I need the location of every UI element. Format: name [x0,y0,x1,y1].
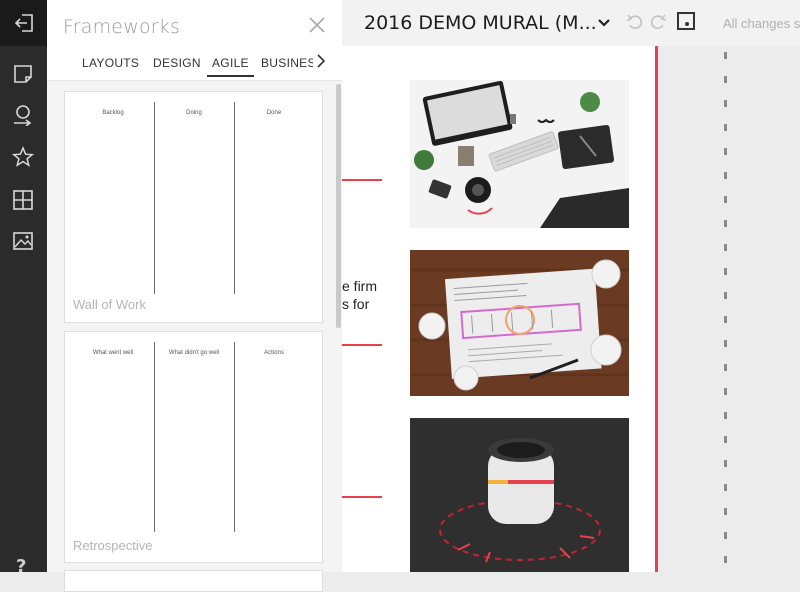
column-divider [234,342,235,532]
frameworks-panel: Frameworks LAYOUTS DESIGN AGILE BUSINESS… [47,0,342,592]
device-image [410,418,629,572]
tab-business[interactable]: BUSINESS [261,56,313,70]
framework-card-wall-of-work[interactable]: Backlog Doing Done Wall of Work [64,91,323,323]
photo-desk-setup[interactable] [410,80,629,228]
comment-button[interactable] [11,103,35,127]
desk-image [410,80,629,228]
column-label: Backlog [102,110,124,116]
star-icon [12,146,34,167]
panel-title: Frameworks [63,16,181,38]
frameworks-list[interactable]: Backlog Doing Done Wall of Work What wen… [47,81,342,592]
tab-design[interactable]: DESIGN [153,56,201,70]
framework-card-retrospective[interactable]: What went well What didn't go well Actio… [64,331,323,563]
redo-button[interactable] [649,14,667,35]
close-panel-button[interactable] [309,17,325,33]
connector-line [342,344,382,346]
tabs-next-button[interactable] [315,52,327,70]
comment-icon [14,105,32,126]
redo-icon [650,14,666,29]
mural-title[interactable]: 2016 DEMO MURAL (M... [364,12,597,34]
column-divider [154,342,155,532]
text-snippet[interactable]: s for [342,295,369,313]
sticky-note-icon [14,65,32,83]
frameworks-button[interactable] [11,188,35,212]
photo-sketches[interactable] [410,250,629,396]
chevron-down-icon [598,19,610,27]
exit-button[interactable] [0,0,47,46]
undo-button[interactable] [626,14,644,35]
grid-icon [13,190,33,210]
sticky-note-button[interactable] [11,62,35,86]
framework-card[interactable] [64,570,323,592]
chevron-right-icon [317,54,325,68]
sketches-image [410,250,629,396]
framework-name: Retrospective [73,538,153,553]
timeline-line [655,46,658,572]
column-divider [234,102,235,294]
dashed-guide [724,52,727,572]
mural-canvas[interactable]: e firm s for [342,46,800,572]
column-label: Done [266,110,282,116]
framework-name: Wall of Work [73,297,146,312]
help-button[interactable]: ? [16,556,26,577]
undo-icon [627,14,643,29]
column-divider [154,102,155,294]
text-snippet[interactable]: e firm [342,277,377,295]
favorites-button[interactable] [11,145,35,169]
panel-scrollbar[interactable] [336,84,341,328]
column-label: Actions [264,350,284,356]
exit-icon [14,14,33,32]
photo-device[interactable] [410,418,629,572]
category-tabs: LAYOUTS DESIGN AGILE BUSINESS [47,50,342,80]
mural-header: 2016 DEMO MURAL (M... All changes s [342,0,800,46]
images-button[interactable] [11,229,35,253]
tab-layouts[interactable]: LAYOUTS [82,56,139,70]
column-label: What went well [92,350,134,356]
save-status: All changes s [723,16,800,31]
connector-line [342,496,382,498]
tab-agile[interactable]: AGILE [207,56,254,77]
close-icon [309,17,325,33]
column-label: What didn't go well [168,350,220,356]
left-toolbar: ? [0,0,47,577]
mural-menu-button[interactable] [598,15,610,33]
image-icon [13,232,33,250]
column-label: Doing [186,110,202,116]
connector-line [342,179,382,181]
outline-mode-button[interactable] [677,12,695,30]
